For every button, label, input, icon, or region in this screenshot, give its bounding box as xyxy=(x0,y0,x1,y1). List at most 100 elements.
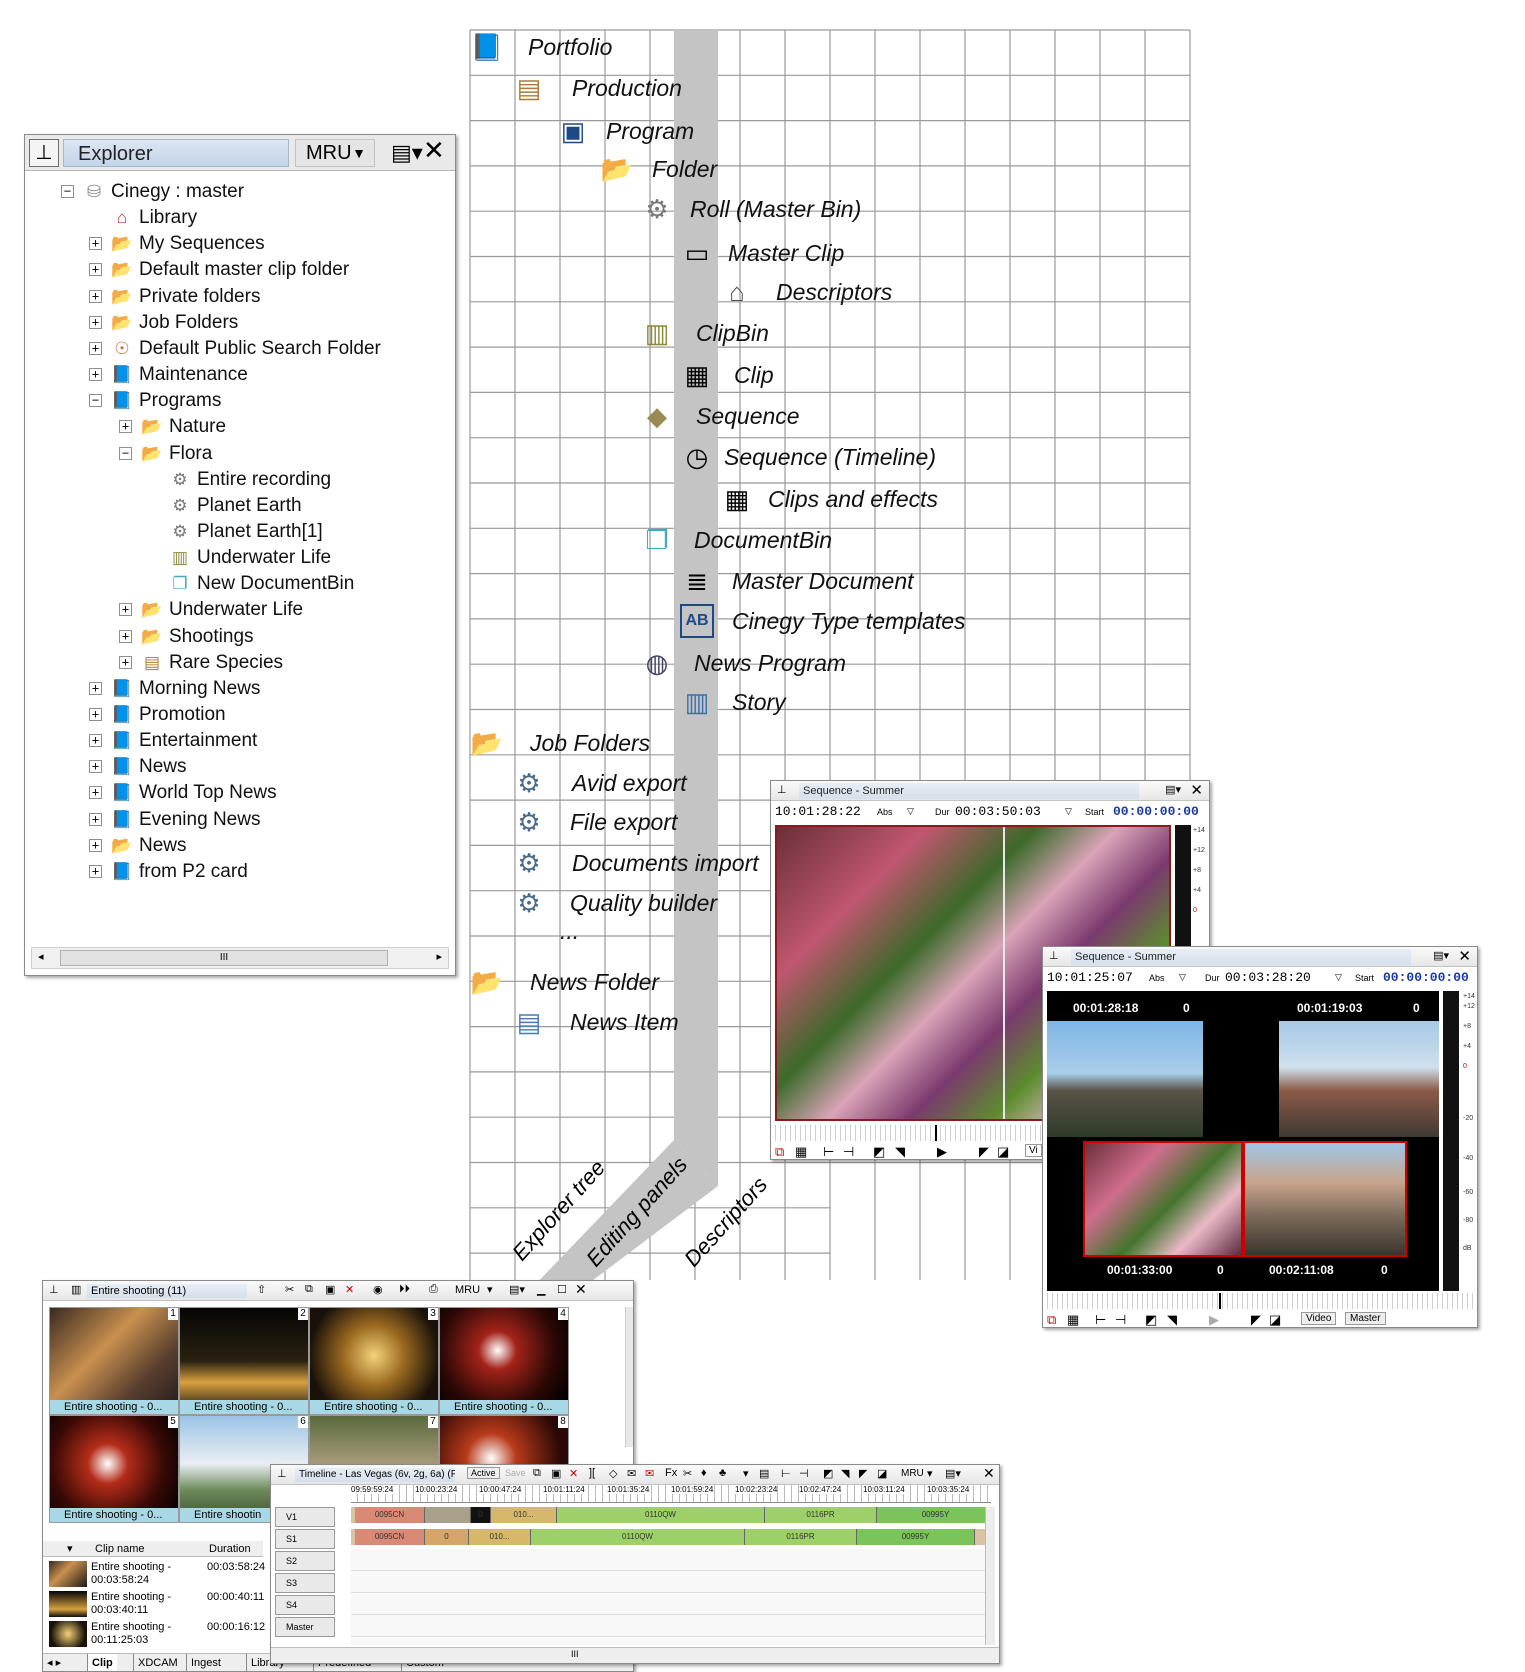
list-item[interactable]: Entire shooting - 00:03:58:24 00:03:58:24 xyxy=(43,1559,265,1591)
close-icon[interactable]: ✕ xyxy=(983,1465,995,1482)
copy-icon[interactable]: ⧉ xyxy=(533,1467,541,1480)
collapse-icon[interactable]: − xyxy=(61,185,74,198)
clip-thumbnail[interactable]: 5 Entire shooting - 0... xyxy=(49,1415,179,1523)
grid-icon[interactable]: ▦ xyxy=(1067,1312,1079,1327)
expand-icon[interactable]: + xyxy=(89,760,102,774)
expand-icon[interactable]: + xyxy=(89,681,102,695)
tab-nav-icon[interactable]: ◂ ▸ xyxy=(47,1654,61,1671)
folder-up-icon[interactable]: ⇧ xyxy=(257,1283,266,1296)
print-icon[interactable]: ⎙ xyxy=(429,1283,438,1296)
window-menu-icon[interactable]: ▤▾ xyxy=(509,1283,525,1296)
tab-ingest[interactable]: Ingest xyxy=(186,1654,225,1671)
close-icon[interactable]: ✕ xyxy=(1190,781,1203,799)
vertical-scrollbar[interactable] xyxy=(985,1507,995,1645)
expand-icon[interactable]: + xyxy=(89,786,102,800)
explorer-title[interactable]: Explorer xyxy=(63,139,289,167)
tree-item[interactable]: − ⛁ Cinegy : master xyxy=(61,179,244,205)
expand-icon[interactable]: + xyxy=(119,420,132,434)
chevron-down-icon[interactable]: ▽ xyxy=(1179,972,1186,983)
maximize-icon[interactable]: ☐ xyxy=(557,1283,567,1296)
track-header-master[interactable]: Master xyxy=(275,1617,335,1637)
window-menu-icon[interactable]: ▤▾ xyxy=(391,141,423,165)
play-icon[interactable]: ▶ xyxy=(1209,1312,1219,1327)
save-button[interactable]: Save xyxy=(505,1468,526,1478)
cut-icon[interactable]: ✂ xyxy=(285,1283,294,1296)
tree-item[interactable]: ⚙ Planet Earth xyxy=(167,493,301,519)
prev-icon[interactable]: ◥ xyxy=(841,1467,849,1480)
tree-item[interactable]: + 📂 Default master clip folder xyxy=(89,257,349,283)
viewer-2-scrub-bar[interactable] xyxy=(1043,1293,1477,1309)
v1-clip-segment[interactable]: 010... xyxy=(491,1507,557,1523)
go-end-icon[interactable]: ⊣ xyxy=(799,1467,809,1480)
clip-thumbnail[interactable]: 4 Entire shooting - 0... xyxy=(439,1307,569,1415)
tree-item[interactable]: + 📂 Private folders xyxy=(89,284,260,310)
chevron-down-icon[interactable]: ▽ xyxy=(1335,972,1342,983)
tree-item[interactable]: + 📂 Underwater Life xyxy=(119,597,303,623)
scroll-left-icon[interactable]: ◂ xyxy=(38,950,44,963)
paste-icon[interactable]: ▣ xyxy=(325,1283,335,1296)
window-menu-icon[interactable]: ▤▾ xyxy=(945,1467,961,1480)
chevron-down-icon[interactable]: ▾ xyxy=(67,1541,73,1557)
next-icon[interactable]: ◤ xyxy=(859,1467,867,1480)
s1-track-lane[interactable]: 0095CN 0 010... 0110QW 0116PR 00995Y xyxy=(351,1529,991,1545)
pin-icon[interactable]: ⊥ xyxy=(277,1467,287,1480)
horizontal-scrollbar[interactable]: III xyxy=(271,1647,999,1663)
tree-item[interactable]: + 📘 News xyxy=(89,754,187,780)
tree-item[interactable]: ▥ Underwater Life xyxy=(167,545,331,571)
next-icon[interactable]: ◤ xyxy=(1251,1312,1261,1327)
v1-clip-segment[interactable]: 0116PR xyxy=(765,1507,877,1523)
scroll-thumb[interactable]: III xyxy=(60,950,388,966)
pin-icon[interactable]: ⊥ xyxy=(777,783,787,796)
mark-in-icon[interactable]: ◩ xyxy=(823,1467,833,1480)
collapse-icon[interactable]: − xyxy=(119,446,132,460)
tab-xdcam[interactable]: XDCAM xyxy=(133,1654,182,1671)
tree-item[interactable]: + 📂 Nature xyxy=(119,414,226,440)
s1-clip-segment[interactable]: 0095CN xyxy=(355,1529,425,1545)
close-icon[interactable]: ✕ xyxy=(1458,947,1471,965)
scroll-right-icon[interactable]: ▸ xyxy=(436,950,442,963)
expand-icon[interactable]: + xyxy=(119,629,132,643)
marker-icon[interactable]: ◇ xyxy=(609,1467,617,1480)
expand-icon[interactable]: + xyxy=(89,812,102,826)
video-button[interactable]: Video xyxy=(1301,1312,1337,1325)
expand-icon[interactable]: + xyxy=(89,864,102,878)
clip-thumbnail[interactable]: 2 Entire shooting - 0... xyxy=(179,1307,309,1415)
playhead[interactable] xyxy=(1219,1293,1221,1309)
go-end-icon[interactable]: ⊣ xyxy=(843,1144,854,1159)
video-button[interactable]: Vi xyxy=(1025,1144,1042,1157)
v1-track-lane[interactable]: 0095CN 0 010... 0110QW 0116PR 00995Y xyxy=(351,1507,995,1523)
tree-item[interactable]: − 📂 Flora xyxy=(119,441,212,467)
delete-icon[interactable]: ✕ xyxy=(345,1283,354,1296)
track-header-s1[interactable]: S1 xyxy=(275,1529,335,1549)
view-icon[interactable]: ◉ xyxy=(373,1283,383,1296)
tree-item[interactable]: + ▤ Rare Species xyxy=(119,650,283,676)
send-icon[interactable]: ⏵⏵ xyxy=(399,1283,410,1296)
chevron-down-icon[interactable]: ▾ xyxy=(927,1467,933,1480)
v1-clip-segment[interactable]: 0110QW xyxy=(557,1507,765,1523)
clip-thumbnail[interactable]: 1 Entire shooting - 0... xyxy=(49,1307,179,1415)
safe-area-icon[interactable]: ⧉ xyxy=(1047,1312,1056,1327)
pin-icon[interactable]: ⊥ xyxy=(29,139,59,167)
collapse-icon[interactable]: − xyxy=(89,394,102,408)
trash-icon[interactable]: ▤ xyxy=(759,1467,769,1480)
v1-clip-segment[interactable] xyxy=(425,1507,471,1523)
mru-label[interactable]: MRU xyxy=(455,1284,480,1296)
expand-icon[interactable]: + xyxy=(89,838,102,852)
expand-icon[interactable]: + xyxy=(119,655,132,669)
mark-in-icon[interactable]: ◩ xyxy=(873,1144,885,1159)
mark-out-icon[interactable]: ◪ xyxy=(997,1144,1009,1159)
no-mail-icon[interactable]: ✉ xyxy=(645,1467,654,1480)
grid-icon[interactable]: ▦ xyxy=(795,1144,807,1159)
chevron-down-icon[interactable]: ▽ xyxy=(1065,806,1072,817)
v1-clip-segment[interactable]: 0095CN xyxy=(355,1507,425,1523)
list-item[interactable]: Entire shooting - 00:03:40:11 00:00:40:11 xyxy=(43,1589,264,1621)
mark-out-icon[interactable]: ◪ xyxy=(1269,1312,1281,1327)
minimize-icon[interactable]: ▁ xyxy=(537,1283,545,1296)
s1-clip-segment[interactable]: 0116PR xyxy=(745,1529,857,1545)
vertical-scrollbar[interactable] xyxy=(625,1307,633,1447)
expand-icon[interactable]: + xyxy=(89,237,102,251)
active-button[interactable]: Active xyxy=(467,1467,500,1479)
track-header-s4[interactable]: S4 xyxy=(275,1595,335,1615)
tree-item[interactable]: + 📘 from P2 card xyxy=(89,859,248,885)
tree-item[interactable]: + 📘 Entertainment xyxy=(89,728,257,754)
